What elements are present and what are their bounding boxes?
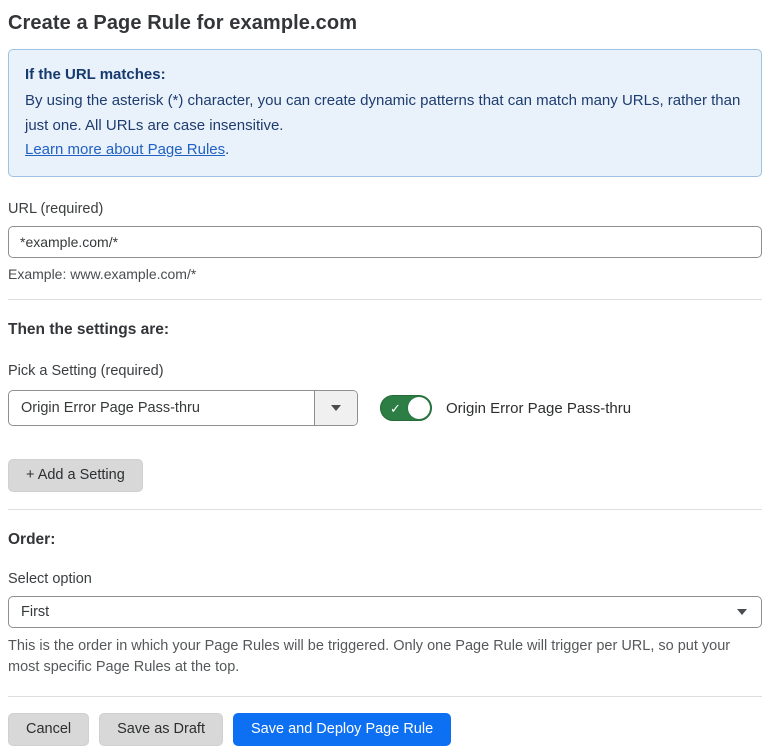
save-draft-button[interactable]: Save as Draft	[99, 713, 223, 746]
setting-picker-value: Origin Error Page Pass-thru	[21, 400, 200, 417]
link-period: .	[225, 140, 230, 158]
order-select[interactable]: First	[8, 595, 762, 628]
url-example-hint: Example: www.example.com/*	[8, 266, 197, 283]
pick-setting-label: Pick a Setting (required)	[8, 363, 164, 380]
setting-toggle-label: Origin Error Page Pass-thru	[446, 399, 632, 417]
add-setting-button[interactable]: + Add a Setting	[8, 459, 143, 492]
section-divider	[8, 299, 762, 301]
cancel-button[interactable]: Cancel	[8, 713, 90, 746]
chevron-down-icon	[331, 405, 341, 412]
save-deploy-button[interactable]: Save and Deploy Page Rule	[232, 713, 452, 746]
order-select-value: First	[21, 603, 50, 620]
toggle-knob	[408, 397, 430, 420]
order-help-text: This is the order in which your Page Rul…	[8, 637, 731, 676]
create-page-rule-form: Create a Page Rule for example.com If th…	[0, 0, 770, 746]
setting-picker-dropdown[interactable]: Origin Error Page Pass-thru	[8, 390, 358, 427]
info-box-heading: If the URL matches:	[25, 66, 166, 83]
setting-toggle[interactable]: ✓	[380, 395, 432, 422]
settings-section-heading: Then the settings are:	[8, 321, 170, 339]
url-input[interactable]	[8, 226, 762, 259]
learn-more-link[interactable]: Learn more about Page Rules	[25, 141, 225, 158]
chevron-down-icon	[737, 608, 747, 615]
section-divider	[8, 508, 762, 510]
url-match-info-box: If the URL matches: By using the asteris…	[8, 49, 762, 178]
info-box-link-line: Learn more about Page Rules.	[25, 138, 745, 162]
url-field-label: URL (required)	[8, 201, 104, 218]
page-title: Create a Page Rule for example.com	[8, 12, 358, 34]
footer-actions: Cancel Save as Draft Save and Deploy Pag…	[8, 713, 762, 746]
info-box-body: By using the asterisk (*) character, you…	[25, 92, 741, 134]
footer-divider	[8, 696, 762, 698]
order-section-heading: Order:	[8, 530, 56, 548]
setting-picker-arrow-button[interactable]	[314, 391, 357, 426]
check-icon: ✓	[390, 400, 401, 416]
order-select-label: Select option	[8, 570, 92, 587]
setting-row: Origin Error Page Pass-thru ✓ Origin Err…	[8, 390, 762, 427]
